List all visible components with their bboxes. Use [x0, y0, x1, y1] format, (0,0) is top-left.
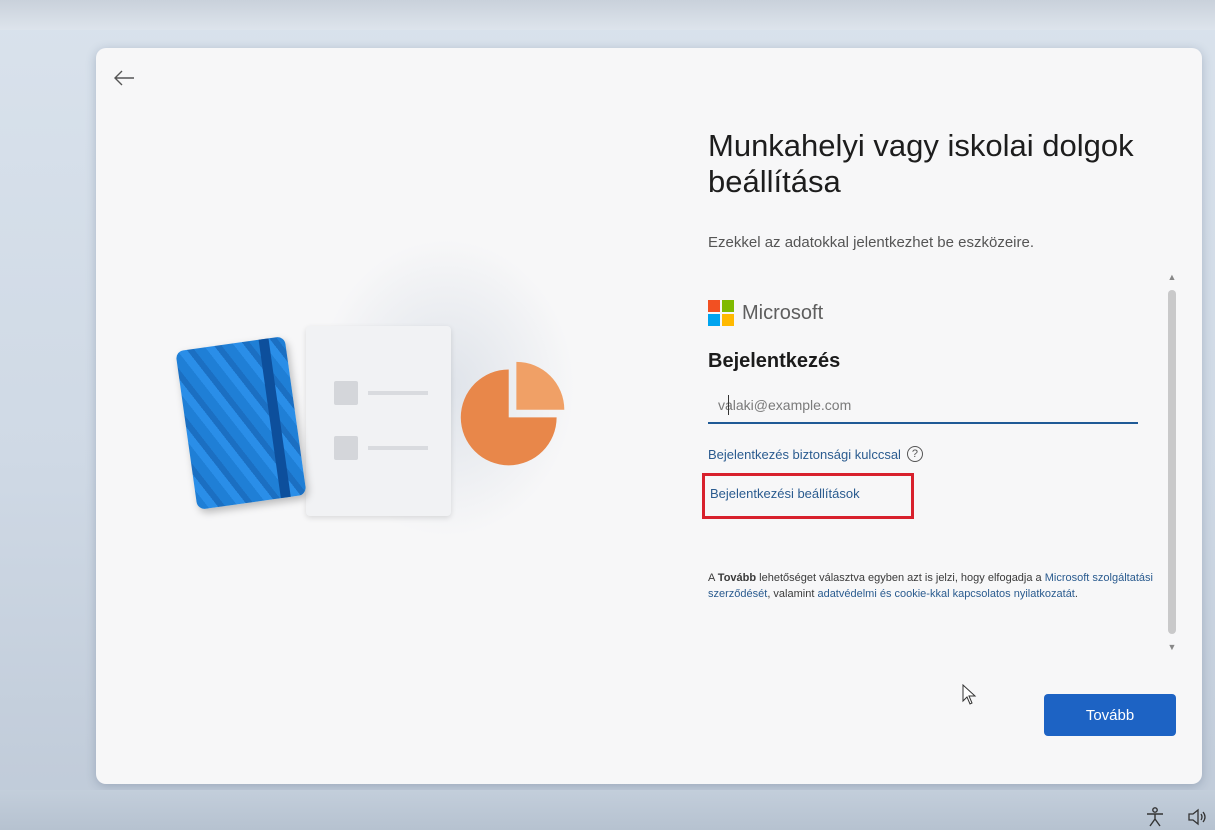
- microsoft-squares-icon: [708, 300, 734, 326]
- security-key-link-label: Bejelentkezés biztonsági kulccsal: [708, 446, 901, 462]
- help-icon[interactable]: ?: [906, 446, 923, 462]
- signin-heading: Bejelentkezés: [708, 350, 841, 372]
- taskbar: [0, 790, 1215, 830]
- setup-window: Munkahelyi vagy iskolai dolgok beállítás…: [96, 48, 1202, 784]
- terms-bold: Tovább: [717, 572, 757, 584]
- signin-options-link[interactable]: Bejelentkezési beállítások: [710, 486, 860, 501]
- back-button[interactable]: [110, 64, 138, 92]
- scroll-up-icon[interactable]: ▲: [1166, 270, 1178, 284]
- scroll-thumb[interactable]: [1168, 290, 1176, 634]
- security-key-link[interactable]: Bejelentkezés biztonsági kulccsal ?: [708, 446, 923, 462]
- arrow-left-icon: [114, 70, 134, 86]
- accessibility-icon[interactable]: [1144, 806, 1166, 828]
- doc-row: [334, 381, 428, 407]
- doc-row: [334, 436, 428, 462]
- scroll-down-icon[interactable]: ▼: [1166, 640, 1178, 654]
- terms-text: A Tovább lehetőséget választva egyben az…: [708, 572, 1153, 600]
- microsoft-brand-text: Microsoft: [742, 301, 824, 324]
- scrollbar[interactable]: ▲ ▼: [1166, 270, 1178, 654]
- email-field[interactable]: [708, 388, 1138, 424]
- illustration: [175, 238, 596, 538]
- notebook-illustration: [175, 336, 307, 510]
- document-illustration: [306, 326, 451, 516]
- page-subtitle: Ezekkel az adatokkal jelentkezhet be esz…: [708, 234, 1035, 251]
- pie-chart-illustration: [460, 361, 565, 466]
- microsoft-logo: Microsoft: [708, 300, 823, 326]
- photo-edge: [0, 0, 1215, 30]
- volume-icon[interactable]: [1186, 806, 1208, 828]
- page-title: Munkahelyi vagy iskolai dolgok beállítás…: [708, 128, 1134, 199]
- next-button[interactable]: Tovább: [1044, 694, 1176, 736]
- mouse-cursor-icon: [962, 684, 977, 705]
- notebook-strap: [258, 338, 291, 499]
- text-caret: [728, 395, 729, 415]
- privacy-statement-link[interactable]: adatvédelmi és cookie-kkal kapcsolatos n…: [817, 588, 1074, 600]
- setup-panel: Munkahelyi vagy iskolai dolgok beállítás…: [708, 128, 1178, 251]
